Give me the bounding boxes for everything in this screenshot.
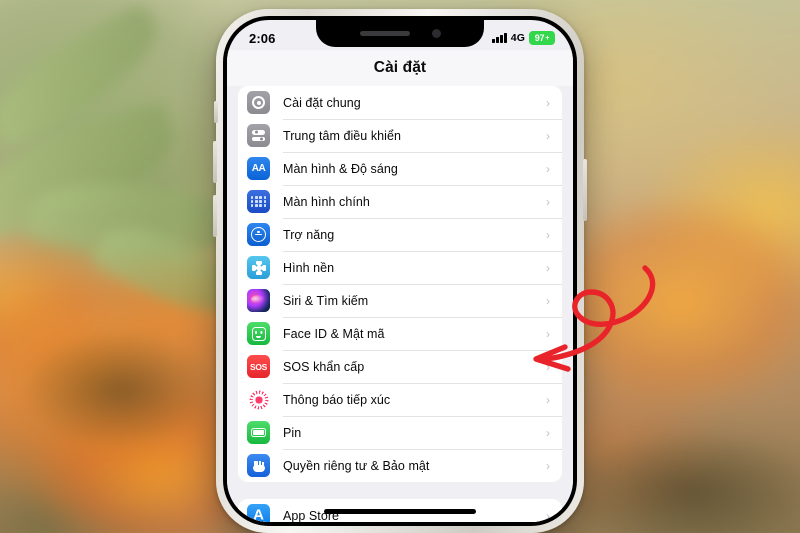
battery-charging-icon: + <box>545 34 550 42</box>
status-right-cluster: 4G 97 + <box>491 31 555 45</box>
chevron-right-icon: › <box>546 95 550 110</box>
chevron-right-icon: › <box>546 260 550 275</box>
list-item[interactable]: Thông báo tiếp xúc › <box>238 383 562 416</box>
settings-list[interactable]: Cài đặt chung › Trung tâm điều khiển › AA Màn… <box>227 86 573 522</box>
list-item[interactable]: Cài đặt chung › <box>238 86 562 119</box>
background-shadow <box>20 330 220 450</box>
list-item-label: SOS khẩn cấp <box>283 359 365 374</box>
gear-icon <box>247 91 270 114</box>
list-item-label: Màn hình chính <box>283 194 370 209</box>
list-item[interactable]: Trợ năng › <box>238 218 562 251</box>
list-item[interactable]: Trung tâm điều khiển › <box>238 119 562 152</box>
navigation-bar: Cài đặt <box>227 50 573 86</box>
chevron-right-icon: › <box>546 194 550 209</box>
list-item-label: Quyền riêng tư & Bảo mật <box>283 458 430 473</box>
list-item-label: Face ID & Mật mã <box>283 326 385 341</box>
list-item[interactable]: SOS SOS khẩn cấp › <box>238 350 562 383</box>
list-item-label: Hình nền <box>283 260 335 275</box>
cellular-bars-icon <box>491 33 507 43</box>
list-item-label: Trung tâm điều khiển <box>283 128 401 143</box>
network-label: 4G <box>510 32 525 44</box>
list-item[interactable]: Quyền riêng tư & Bảo mật › <box>238 449 562 482</box>
raised-hand-icon <box>252 459 265 472</box>
settings-group: Cài đặt chung › Trung tâm điều khiển › AA Màn… <box>238 86 562 482</box>
battery-percent-label: 97 <box>534 33 545 43</box>
chevron-right-icon: › <box>546 508 550 522</box>
hand-privacy-icon <box>247 454 270 477</box>
app-grid-dots <box>250 195 267 208</box>
list-item[interactable]: AA Màn hình & Độ sáng › <box>238 152 562 185</box>
aa-text-icon: AA <box>247 157 270 180</box>
chevron-right-icon: › <box>546 392 550 407</box>
chevron-right-icon: › <box>546 128 550 143</box>
gear-center-icon <box>256 100 261 105</box>
chevron-right-icon: › <box>546 326 550 341</box>
volume-down-button[interactable] <box>213 195 217 237</box>
chevron-right-icon: › <box>546 458 550 473</box>
home-indicator[interactable] <box>324 509 476 514</box>
chevron-right-icon: › <box>546 359 550 374</box>
battery-icon <box>247 421 270 444</box>
app-store-icon <box>247 504 270 522</box>
exposure-rays-icon <box>249 390 268 409</box>
phone-screen: 2:06 4G 97+ Cài đặt Cài đặt chung›Tru <box>227 20 573 522</box>
power-button[interactable] <box>583 159 587 221</box>
page-title: Cài đặt <box>373 59 427 76</box>
chevron-right-icon: › <box>546 227 550 242</box>
list-item-label: Pin <box>283 425 302 440</box>
person-figure-icon <box>255 230 262 239</box>
list-item-label: Màn hình & Độ sáng <box>283 161 398 176</box>
exposure-icon <box>247 388 270 411</box>
chevron-right-icon: › <box>546 161 550 176</box>
phone-device: 2:06 4G 97+ Cài đặt Cài đặt chung›Tru <box>213 9 587 533</box>
phone-bezel: 2:06 4G 97+ Cài đặt Cài đặt chung›Tru <box>223 16 577 526</box>
screenshot-root: 2:06 4G 97+ Cài đặt Cài đặt chung›Tru <box>0 0 800 533</box>
list-item[interactable]: Siri & Tìm kiếm › <box>238 284 562 317</box>
front-camera-icon <box>431 29 441 38</box>
list-item[interactable]: Hình nền › <box>238 251 562 284</box>
silence-switch[interactable] <box>214 101 218 123</box>
list-item-label: Trợ năng <box>283 227 335 242</box>
slider-track-icon <box>252 130 265 135</box>
accessibility-icon <box>247 223 270 246</box>
list-item[interactable]: Pin › <box>238 416 562 449</box>
battery-shell-icon <box>251 428 266 437</box>
volume-up-button[interactable] <box>213 141 217 183</box>
face-id-icon <box>247 322 270 345</box>
sos-icon: SOS <box>247 355 270 378</box>
flower-icon <box>247 256 270 279</box>
face-outline-icon <box>251 326 266 341</box>
background-shadow <box>560 430 800 533</box>
siri-orb-icon <box>247 289 270 312</box>
chevron-right-icon: › <box>546 293 550 308</box>
slider-track-icon <box>252 136 265 141</box>
status-time: 2:06 <box>249 30 276 46</box>
notch <box>316 20 484 47</box>
list-item[interactable]: Face ID & Mật mã › <box>238 317 562 350</box>
earpiece-speaker-icon <box>359 31 410 36</box>
list-item[interactable]: Màn hình chính › <box>238 185 562 218</box>
status-badge: 97 + <box>529 31 555 45</box>
list-item-label: Cài đặt chung <box>283 95 361 110</box>
list-item-label: Thông báo tiếp xúc <box>283 392 391 407</box>
list-item-label: Siri & Tìm kiếm <box>283 293 369 308</box>
app-grid-icon <box>247 190 270 213</box>
sliders-icon <box>247 124 270 147</box>
chevron-right-icon: › <box>546 425 550 440</box>
